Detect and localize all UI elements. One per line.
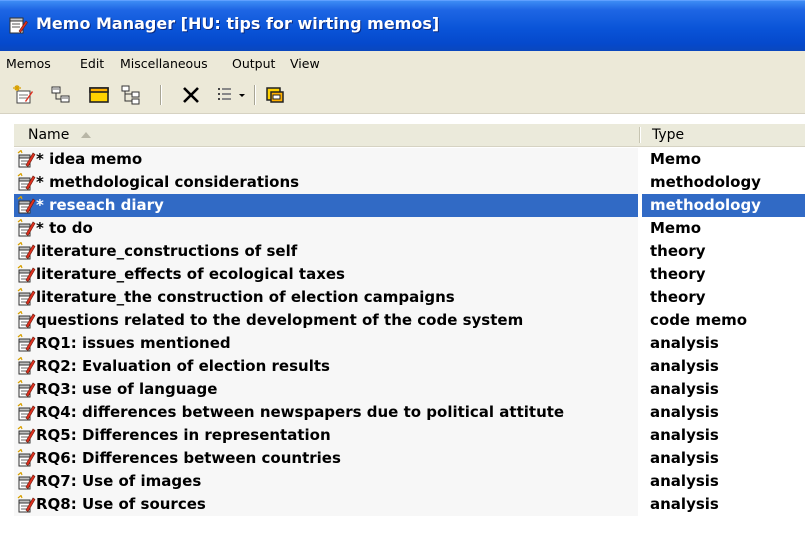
- menu-edit[interactable]: Edit: [80, 56, 104, 71]
- list-item[interactable]: RQ3: use of language analysis: [14, 378, 805, 401]
- list-item[interactable]: RQ7: Use of images analysis: [14, 470, 805, 493]
- memo-type: Memo: [650, 150, 702, 168]
- memo-type: analysis: [650, 495, 719, 513]
- memo-icon: [17, 196, 36, 214]
- memo-name: literature_the construction of election …: [36, 288, 455, 306]
- memo-name: literature_effects of ecological taxes: [36, 265, 345, 283]
- list-item[interactable]: literature_the construction of election …: [14, 286, 805, 309]
- folder-icon[interactable]: [88, 84, 110, 106]
- memo-name: RQ6: Differences between countries: [36, 449, 341, 467]
- memo-name: RQ8: Use of sources: [36, 495, 206, 513]
- list-item[interactable]: RQ6: Differences between countries analys…: [14, 447, 805, 470]
- list-options-icon[interactable]: [216, 84, 238, 106]
- memo-name: * to do: [36, 219, 93, 237]
- memo-type: analysis: [650, 472, 719, 490]
- toolbar: [0, 76, 805, 114]
- memo-icon: [17, 472, 36, 490]
- dropdown-arrow-icon[interactable]: [236, 84, 248, 106]
- memo-name: RQ4: differences between newspapers due …: [36, 403, 565, 421]
- app-memo-icon: [9, 17, 28, 34]
- memo-icon: [17, 380, 36, 398]
- row-name-cell: [14, 217, 638, 240]
- menu-bar: Memos Edit Miscellaneous Output View: [0, 51, 805, 76]
- memo-name: RQ1: issues mentioned: [36, 334, 231, 352]
- menu-output[interactable]: Output: [232, 56, 275, 71]
- memo-icon: [17, 357, 36, 375]
- memo-type: theory: [650, 242, 706, 260]
- list-item[interactable]: * reseach diary methodology: [14, 194, 805, 217]
- toolbar-separator: [160, 85, 162, 105]
- list-item[interactable]: * to do Memo: [14, 217, 805, 240]
- title-bar[interactable]: Memo Manager [HU: tips for wirting memos…: [0, 0, 805, 51]
- memo-icon: [17, 173, 36, 191]
- memo-icon: [17, 495, 36, 513]
- list-item[interactable]: RQ5: Differences in representation analys…: [14, 424, 805, 447]
- code-tree-icon[interactable]: [120, 84, 142, 106]
- memo-type: analysis: [650, 334, 719, 352]
- list-item[interactable]: RQ4: differences between newspapers due …: [14, 401, 805, 424]
- memo-name: RQ2: Evaluation of election results: [36, 357, 330, 375]
- export-icon[interactable]: [264, 84, 286, 106]
- list-item[interactable]: RQ2: Evaluation of election results analy…: [14, 355, 805, 378]
- memo-type: theory: [650, 288, 706, 306]
- memo-name: RQ7: Use of images: [36, 472, 202, 490]
- memo-type: Memo: [650, 219, 702, 237]
- memo-icon: [17, 288, 36, 306]
- memo-icon: [17, 219, 36, 237]
- memo-type: analysis: [650, 449, 719, 467]
- memo-icon: [17, 311, 36, 329]
- memo-type: methodology: [650, 196, 761, 214]
- menu-view[interactable]: View: [290, 56, 320, 71]
- memo-name: RQ5: Differences in representation: [36, 426, 331, 444]
- memo-icon: [17, 265, 36, 283]
- memo-type: theory: [650, 265, 706, 283]
- memo-list: Name Type * idea memo Memo * methdological…: [0, 114, 805, 545]
- column-divider[interactable]: [639, 127, 641, 143]
- memo-type: code memo: [650, 311, 748, 329]
- memo-icon: [17, 334, 36, 352]
- list-item[interactable]: questions related to the development of …: [14, 309, 805, 332]
- memo-icon: [17, 449, 36, 467]
- memo-name: RQ3: use of language: [36, 380, 218, 398]
- memo-type: analysis: [650, 357, 719, 375]
- memo-icon: [17, 403, 36, 421]
- list-item[interactable]: literature_constructions of self theory: [14, 240, 805, 263]
- memo-icon: [17, 242, 36, 260]
- column-header-name[interactable]: Name: [28, 124, 91, 146]
- new-memo-icon[interactable]: [12, 84, 34, 106]
- toolbar-separator: [254, 85, 256, 105]
- memo-name: questions related to the development of …: [36, 311, 524, 329]
- memo-type: methodology: [650, 173, 761, 191]
- memo-name: * idea memo: [36, 150, 143, 168]
- memo-name: literature_constructions of self: [36, 242, 298, 260]
- memo-name: * reseach diary: [36, 196, 164, 214]
- memo-type: analysis: [650, 380, 719, 398]
- menu-miscellaneous[interactable]: Miscellaneous: [120, 56, 208, 71]
- memo-name: * methdological considerations: [36, 173, 300, 191]
- memo-icon: [17, 150, 36, 168]
- list-header: Name Type: [14, 124, 805, 147]
- memo-type: analysis: [650, 426, 719, 444]
- column-header-name-label: Name: [28, 127, 70, 143]
- list-item[interactable]: * idea memo Memo: [14, 148, 805, 171]
- list-item[interactable]: RQ1: issues mentioned analysis: [14, 332, 805, 355]
- window-title: Memo Manager [HU: tips for wirting memos…: [36, 14, 440, 33]
- list-item[interactable]: literature_effects of ecological taxes th…: [14, 263, 805, 286]
- column-header-type[interactable]: Type: [652, 124, 684, 146]
- memo-icon: [17, 426, 36, 444]
- memo-type: analysis: [650, 403, 719, 421]
- menu-memos[interactable]: Memos: [6, 56, 51, 71]
- memo-tree-icon[interactable]: [50, 84, 72, 106]
- list-item[interactable]: RQ8: Use of sources analysis: [14, 493, 805, 516]
- delete-icon[interactable]: [180, 84, 202, 106]
- sort-ascending-icon: [81, 132, 91, 138]
- list-item[interactable]: * methdological considerations methodolog…: [14, 171, 805, 194]
